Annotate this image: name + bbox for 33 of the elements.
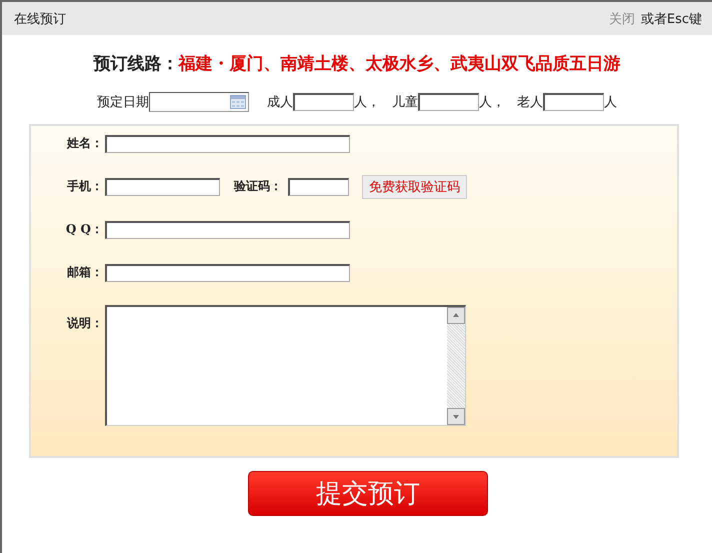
get-code-button[interactable]: 免费获取验证码 xyxy=(362,174,467,198)
window-title: 在线预订 xyxy=(14,10,66,28)
count-label: 老人 xyxy=(517,94,543,111)
count-field[interactable] xyxy=(543,93,604,111)
unit-label: 人， xyxy=(479,94,505,111)
close-link[interactable]: 关闭 xyxy=(608,10,635,28)
textarea-field[interactable] xyxy=(105,305,466,426)
input-field[interactable] xyxy=(105,264,350,282)
phone-field[interactable] xyxy=(105,178,220,196)
esc-hint: 或者Esc键 xyxy=(640,10,702,28)
scroll-up-icon[interactable] xyxy=(447,307,465,324)
count-label: 儿童 xyxy=(392,94,418,111)
code-field[interactable] xyxy=(288,178,349,196)
field-label: 说明： xyxy=(66,315,104,332)
field-label: 手机： xyxy=(66,178,104,195)
count-label: 成人 xyxy=(267,94,293,111)
field-label: Q Q： xyxy=(64,221,104,238)
input-field[interactable] xyxy=(105,134,350,152)
scroll-down-icon[interactable] xyxy=(447,408,465,425)
route-name: 福建・厦门、南靖土楼、太极水乡、武夷山双飞品质五日游 xyxy=(178,54,620,74)
submit-button[interactable]: 提交预订 xyxy=(248,471,488,516)
field-label: 邮箱： xyxy=(66,264,104,281)
field-label: 姓名： xyxy=(66,135,104,152)
unit-label: 人 xyxy=(604,94,617,111)
input-field[interactable] xyxy=(105,220,350,238)
field-label: 验证码： xyxy=(234,178,283,195)
date-label: 预定日期 xyxy=(97,94,149,111)
count-field[interactable] xyxy=(293,93,354,111)
scrollbar[interactable] xyxy=(447,307,465,425)
count-field[interactable] xyxy=(418,93,479,111)
route-label: 预订线路： xyxy=(94,54,178,74)
unit-label: 人， xyxy=(354,94,380,111)
date-field[interactable] xyxy=(149,92,249,112)
